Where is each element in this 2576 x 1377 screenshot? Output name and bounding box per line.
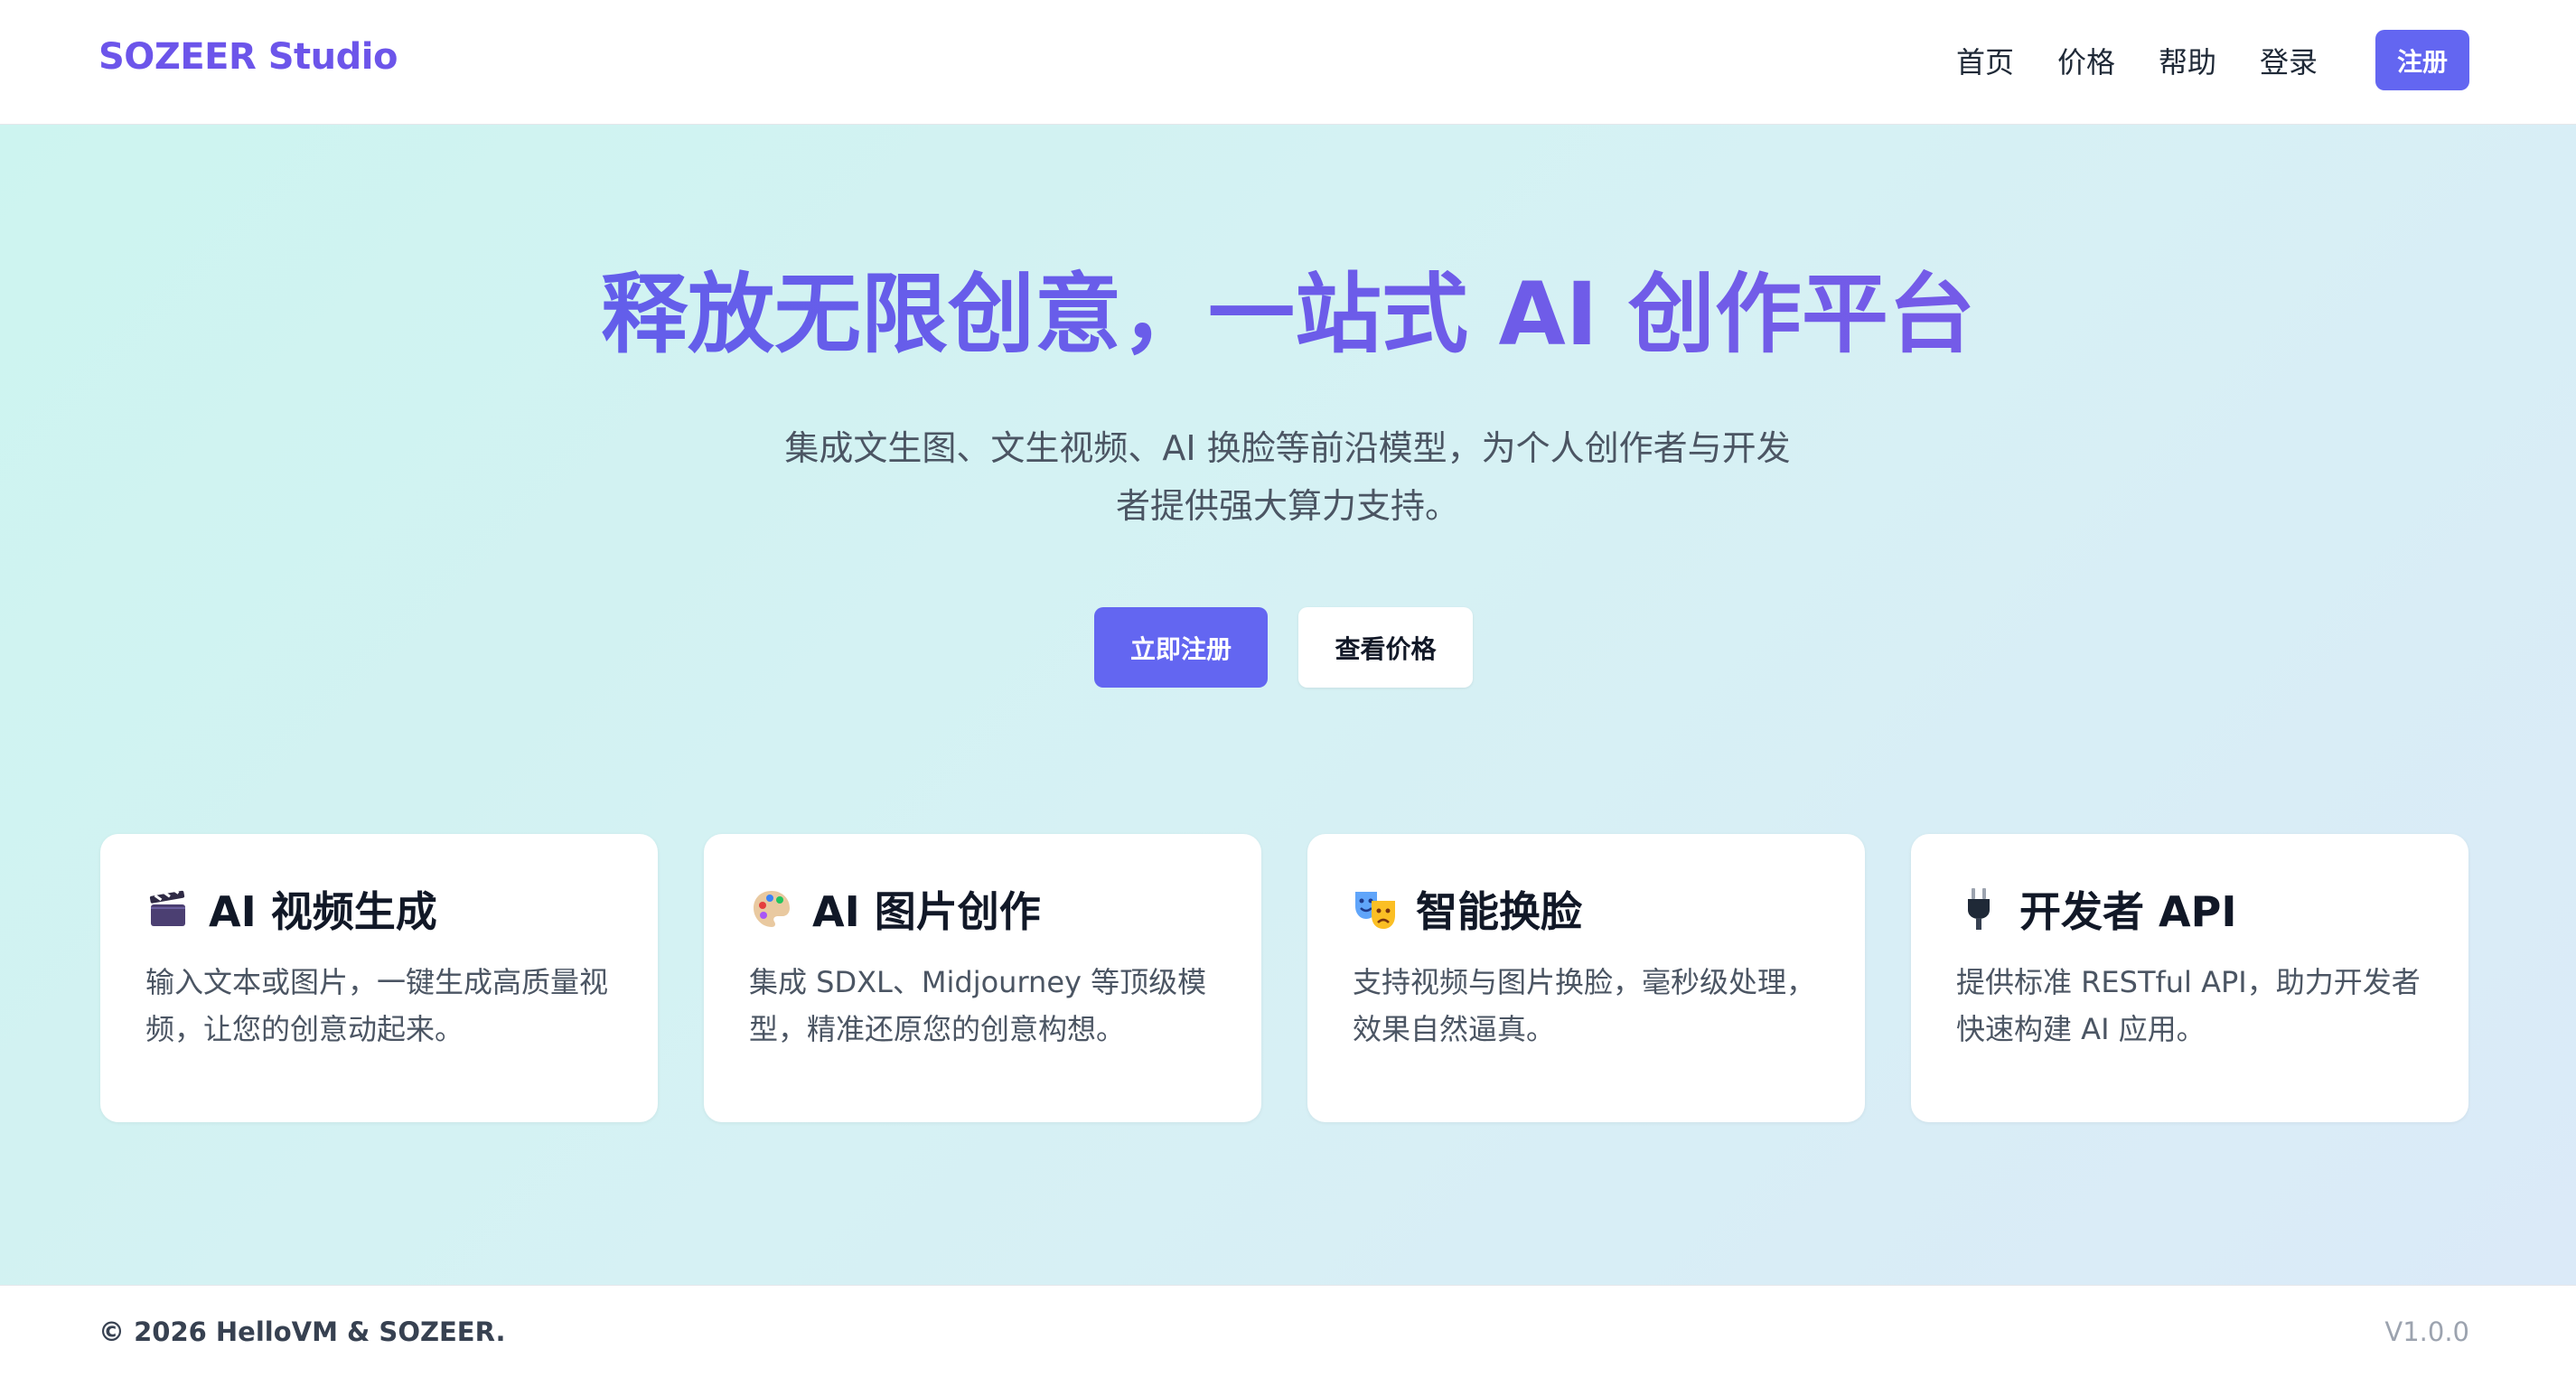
- feature-description: 支持视频与图片换脸，毫秒级处理， 效果自然逼真。: [1353, 959, 1831, 1053]
- page-footer: © 2026 HelloVM & SOZEER. V1.0.0: [0, 1285, 2576, 1377]
- hero-subtitle-line-2: 者提供强大算力支持。: [1115, 486, 1459, 526]
- top-navbar: SOZEER Studio 首页 价格 帮助 登录 注册: [0, 0, 2576, 125]
- feature-card-header: AI 图片创作: [749, 879, 1041, 939]
- nav-link-home[interactable]: 首页: [1956, 40, 2014, 81]
- hero-subtitle-line-1: 集成文生图、文生视频、AI 换脸等前沿模型，为个人创作者与开发: [784, 428, 1791, 468]
- electric-plug-icon: [1956, 886, 2001, 932]
- palette-icon: [749, 886, 794, 932]
- signup-button[interactable]: 注册: [2375, 30, 2469, 90]
- feature-title: AI 图片创作: [812, 887, 1041, 936]
- feature-description-line: 提供标准 RESTful API，助力开发者: [1956, 965, 2421, 999]
- hero-title: 释放无限创意，一站式 AI 创作平台: [0, 260, 2576, 369]
- feature-card-header: AI 视频生成: [145, 879, 437, 939]
- hero-subtitle: 集成文生图、文生视频、AI 换脸等前沿模型，为个人创作者与开发 者提供强大算力支…: [745, 419, 1830, 535]
- feature-card-faceswap: 智能换脸 支持视频与图片换脸，毫秒级处理， 效果自然逼真。: [1307, 834, 1865, 1122]
- feature-description-line: 快速构建 AI 应用。: [1956, 1012, 2206, 1046]
- feature-description-line: 集成 SDXL、Midjourney 等顶级模: [749, 965, 1207, 999]
- nav-link-help[interactable]: 帮助: [2159, 40, 2216, 81]
- feature-title: 智能换脸: [1416, 887, 1582, 936]
- feature-title: 开发者 API: [2019, 887, 2237, 936]
- footer-version: V1.0.0: [2384, 1316, 2469, 1347]
- clapperboard-icon: [145, 886, 191, 932]
- feature-description-line: 型，精准还原您的创意构想。: [749, 1012, 1126, 1046]
- feature-description-line: 效果自然逼真。: [1353, 1012, 1556, 1046]
- feature-description-line: 输入文本或图片，一键生成高质量视: [145, 965, 609, 999]
- feature-card-video: AI 视频生成 输入文本或图片，一键生成高质量视 频，让您的创意动起来。: [100, 834, 658, 1122]
- register-now-button[interactable]: 立即注册: [1094, 607, 1268, 688]
- feature-description: 输入文本或图片，一键生成高质量视 频，让您的创意动起来。: [145, 959, 624, 1053]
- nav-link-login[interactable]: 登录: [2260, 40, 2318, 81]
- feature-card-header: 智能换脸: [1353, 879, 1582, 939]
- feature-title: AI 视频生成: [209, 887, 437, 936]
- footer-copyright: © 2026 HelloVM & SOZEER.: [98, 1316, 506, 1347]
- feature-card-api: 开发者 API 提供标准 RESTful API，助力开发者 快速构建 AI 应…: [1911, 834, 2468, 1122]
- feature-card-header: 开发者 API: [1956, 879, 2236, 939]
- feature-description: 集成 SDXL、Midjourney 等顶级模 型，精准还原您的创意构想。: [749, 959, 1228, 1053]
- brand-logo[interactable]: SOZEER Studio: [98, 36, 398, 78]
- view-pricing-button[interactable]: 查看价格: [1298, 607, 1473, 688]
- feature-description-line: 支持视频与图片换脸，毫秒级处理，: [1353, 965, 1816, 999]
- theater-masks-icon: [1353, 886, 1398, 932]
- nav-link-pricing[interactable]: 价格: [2057, 40, 2115, 81]
- feature-description-line: 频，让您的创意动起来。: [145, 1012, 464, 1046]
- hero-section: 释放无限创意，一站式 AI 创作平台 集成文生图、文生视频、AI 换脸等前沿模型…: [0, 125, 2576, 1285]
- feature-card-image: AI 图片创作 集成 SDXL、Midjourney 等顶级模 型，精准还原您的…: [704, 834, 1261, 1122]
- feature-description: 提供标准 RESTful API，助力开发者 快速构建 AI 应用。: [1956, 959, 2435, 1053]
